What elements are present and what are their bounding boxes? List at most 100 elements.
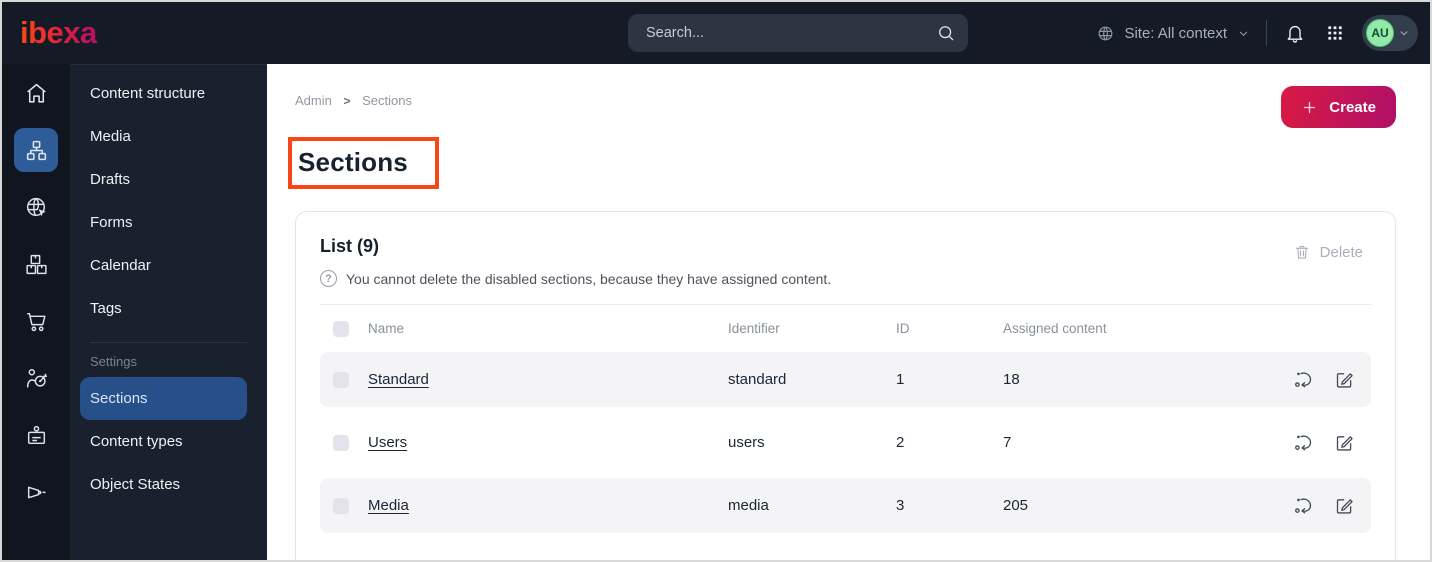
avatar: AU [1366, 19, 1394, 47]
info-row: ? You cannot delete the disabled section… [320, 270, 1371, 287]
sidebar-item-content-types[interactable]: Content types [70, 420, 267, 463]
trash-icon [1293, 243, 1311, 261]
chevron-down-icon [1397, 26, 1411, 40]
delete-button-label: Delete [1319, 243, 1363, 261]
breadcrumb-admin[interactable]: Admin [295, 93, 332, 108]
edit-button[interactable] [1334, 369, 1355, 390]
user-menu[interactable]: AU [1362, 15, 1418, 51]
assign-content-button[interactable] [1293, 432, 1314, 453]
column-assigned-content: Assigned content [1003, 321, 1107, 336]
sidebar-item-content-structure[interactable]: Content structure [70, 72, 267, 115]
icon-rail [2, 64, 70, 560]
breadcrumb-separator: > [343, 94, 351, 108]
row-checkbox[interactable] [333, 371, 349, 388]
select-all-checkbox[interactable] [333, 320, 349, 337]
row-checkbox[interactable] [333, 497, 349, 514]
products-boxes-icon [24, 252, 49, 277]
assign-content-icon [1293, 432, 1314, 453]
sidebar-item-object-states[interactable]: Object States [70, 463, 267, 506]
home-icon [24, 81, 49, 106]
sidebar-item-drafts[interactable]: Drafts [70, 158, 267, 201]
breadcrumb: Admin > Sections [295, 93, 412, 108]
sidebar-item-calendar[interactable]: Calendar [70, 244, 267, 287]
section-id: 3 [896, 497, 905, 514]
rail-item-customer-portal[interactable] [14, 413, 58, 457]
section-identifier: media [728, 497, 769, 514]
section-name-link[interactable]: Media [368, 497, 409, 514]
list-title: List (9) [320, 236, 380, 256]
search-input[interactable] [644, 24, 936, 42]
delete-button[interactable]: Delete [1287, 242, 1369, 262]
assign-content-icon [1293, 495, 1314, 516]
personalization-target-icon [24, 366, 49, 391]
table-row: Media media 3 205 [320, 478, 1371, 533]
assign-content-button[interactable] [1293, 369, 1314, 390]
notifications-button[interactable] [1282, 20, 1308, 46]
rail-item-products[interactable] [14, 242, 58, 286]
info-text: You cannot delete the disabled sections,… [346, 270, 832, 287]
site-context-label: Site: All context [1124, 24, 1227, 42]
question-circle-icon: ? [320, 270, 337, 287]
bell-icon [1284, 22, 1306, 44]
customer-badge-icon [24, 423, 49, 448]
settings-group-label: Settings [90, 354, 137, 369]
create-button-label: Create [1329, 98, 1376, 116]
sidebar-item-media[interactable]: Media [70, 115, 267, 158]
sidebar-item-tags[interactable]: Tags [70, 287, 267, 330]
assign-content-icon [1293, 369, 1314, 390]
sections-list-card: List (9) ? You cannot delete the disable… [295, 211, 1396, 560]
annotation-highlight-box: Sections [288, 137, 439, 189]
site-context-selector[interactable]: Site: All context [1096, 24, 1251, 43]
table-header: Name Identifier ID Assigned content [320, 305, 1371, 352]
topbar-right-cluster: Site: All context AU [1096, 2, 1418, 64]
column-identifier: Identifier [728, 321, 780, 336]
edit-icon [1334, 432, 1355, 453]
rail-item-dashboard[interactable] [14, 71, 58, 115]
rail-item-site[interactable] [14, 185, 58, 229]
section-id: 1 [896, 371, 905, 388]
section-assigned-content: 18 [1003, 371, 1020, 388]
table-row: Users users 2 7 [320, 415, 1371, 470]
campaigns-megaphone-icon [24, 480, 49, 505]
global-search [628, 14, 968, 52]
page-title: Sections [298, 147, 408, 177]
rail-item-content[interactable] [14, 128, 58, 172]
menu-divider [90, 342, 247, 343]
edit-icon [1334, 369, 1355, 390]
assign-content-button[interactable] [1293, 495, 1314, 516]
ibexa-logo[interactable]: ibexa [20, 15, 97, 51]
breadcrumb-current: Sections [362, 93, 412, 108]
topbar-divider [1266, 20, 1267, 46]
search-icon[interactable] [936, 23, 956, 43]
section-name-link[interactable]: Standard [368, 371, 429, 388]
section-id: 2 [896, 434, 905, 451]
content-structure-icon [24, 138, 49, 163]
section-assigned-content: 205 [1003, 497, 1029, 514]
sidebar-menu: Content structure Media Drafts Forms Cal… [70, 64, 267, 560]
main-content: Admin > Sections Create Sections List (9… [267, 64, 1430, 560]
sidebar-item-forms[interactable]: Forms [70, 201, 267, 244]
rail-item-campaigns[interactable] [14, 470, 58, 514]
row-checkbox[interactable] [333, 434, 349, 451]
edit-icon [1334, 495, 1355, 516]
site-globe-cursor-icon [24, 195, 49, 220]
plus-icon [1301, 99, 1318, 116]
create-button[interactable]: Create [1281, 86, 1396, 128]
section-identifier: users [728, 434, 765, 451]
rail-item-personalization[interactable] [14, 356, 58, 400]
ibexa-admin-screen: ibexa Site: All context [0, 0, 1432, 562]
column-name: Name [368, 321, 405, 336]
edit-button[interactable] [1334, 495, 1355, 516]
sidebar-item-sections[interactable]: Sections [80, 377, 247, 420]
section-name-link[interactable]: Users [368, 434, 407, 451]
section-identifier: standard [728, 371, 787, 388]
globe-icon [1096, 24, 1115, 43]
section-assigned-content: 7 [1003, 434, 1012, 451]
topbar: ibexa Site: All context [2, 2, 1430, 64]
commerce-cart-icon [24, 309, 49, 334]
chevron-down-icon [1236, 26, 1251, 41]
edit-button[interactable] [1334, 432, 1355, 453]
table-row: Standard standard 1 18 [320, 352, 1371, 407]
app-grid-button[interactable] [1323, 21, 1347, 45]
rail-item-commerce[interactable] [14, 299, 58, 343]
